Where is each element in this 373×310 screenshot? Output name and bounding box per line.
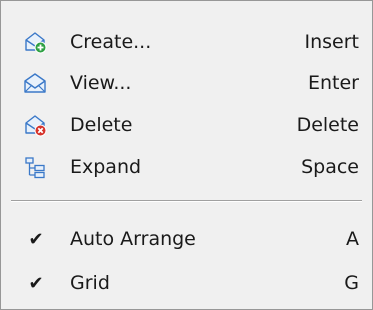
envelope-view-icon	[23, 71, 47, 95]
checkmark-icon: ✔	[28, 273, 44, 294]
checkmark-icon: ✔	[28, 229, 44, 250]
menu-item-label: Expand	[70, 156, 142, 178]
menu-item-shortcut: Space	[301, 156, 359, 178]
menu-item-shortcut: Insert	[304, 31, 360, 53]
menu-item-shortcut: A	[346, 228, 359, 250]
menu-item-expand[interactable]: Expand Space	[1, 147, 372, 187]
menu-item-shortcut: Delete	[296, 114, 359, 136]
menu-item-label: Create...	[70, 31, 152, 53]
menu-item-delete[interactable]: Delete Delete	[1, 105, 372, 145]
menu-item-create[interactable]: Create... Insert	[1, 22, 372, 62]
menu-item-auto-arrange[interactable]: ✔ Auto Arrange A	[1, 219, 372, 259]
menu-item-view[interactable]: View... Enter	[1, 63, 372, 103]
menu-item-shortcut: G	[344, 272, 359, 294]
menu-item-grid[interactable]: ✔ Grid G	[1, 263, 372, 303]
menu-item-label: Grid	[70, 272, 110, 294]
menu-item-shortcut: Enter	[308, 72, 359, 94]
menu-item-label: Auto Arrange	[70, 228, 196, 250]
menu-separator	[11, 200, 362, 202]
context-menu: Create... Insert View... Enter Delete De…	[0, 0, 373, 310]
envelope-add-icon	[23, 30, 47, 54]
envelope-delete-icon	[23, 113, 47, 137]
menu-item-label: Delete	[70, 114, 133, 136]
menu-item-label: View...	[70, 72, 132, 94]
tree-expand-icon	[23, 155, 47, 179]
